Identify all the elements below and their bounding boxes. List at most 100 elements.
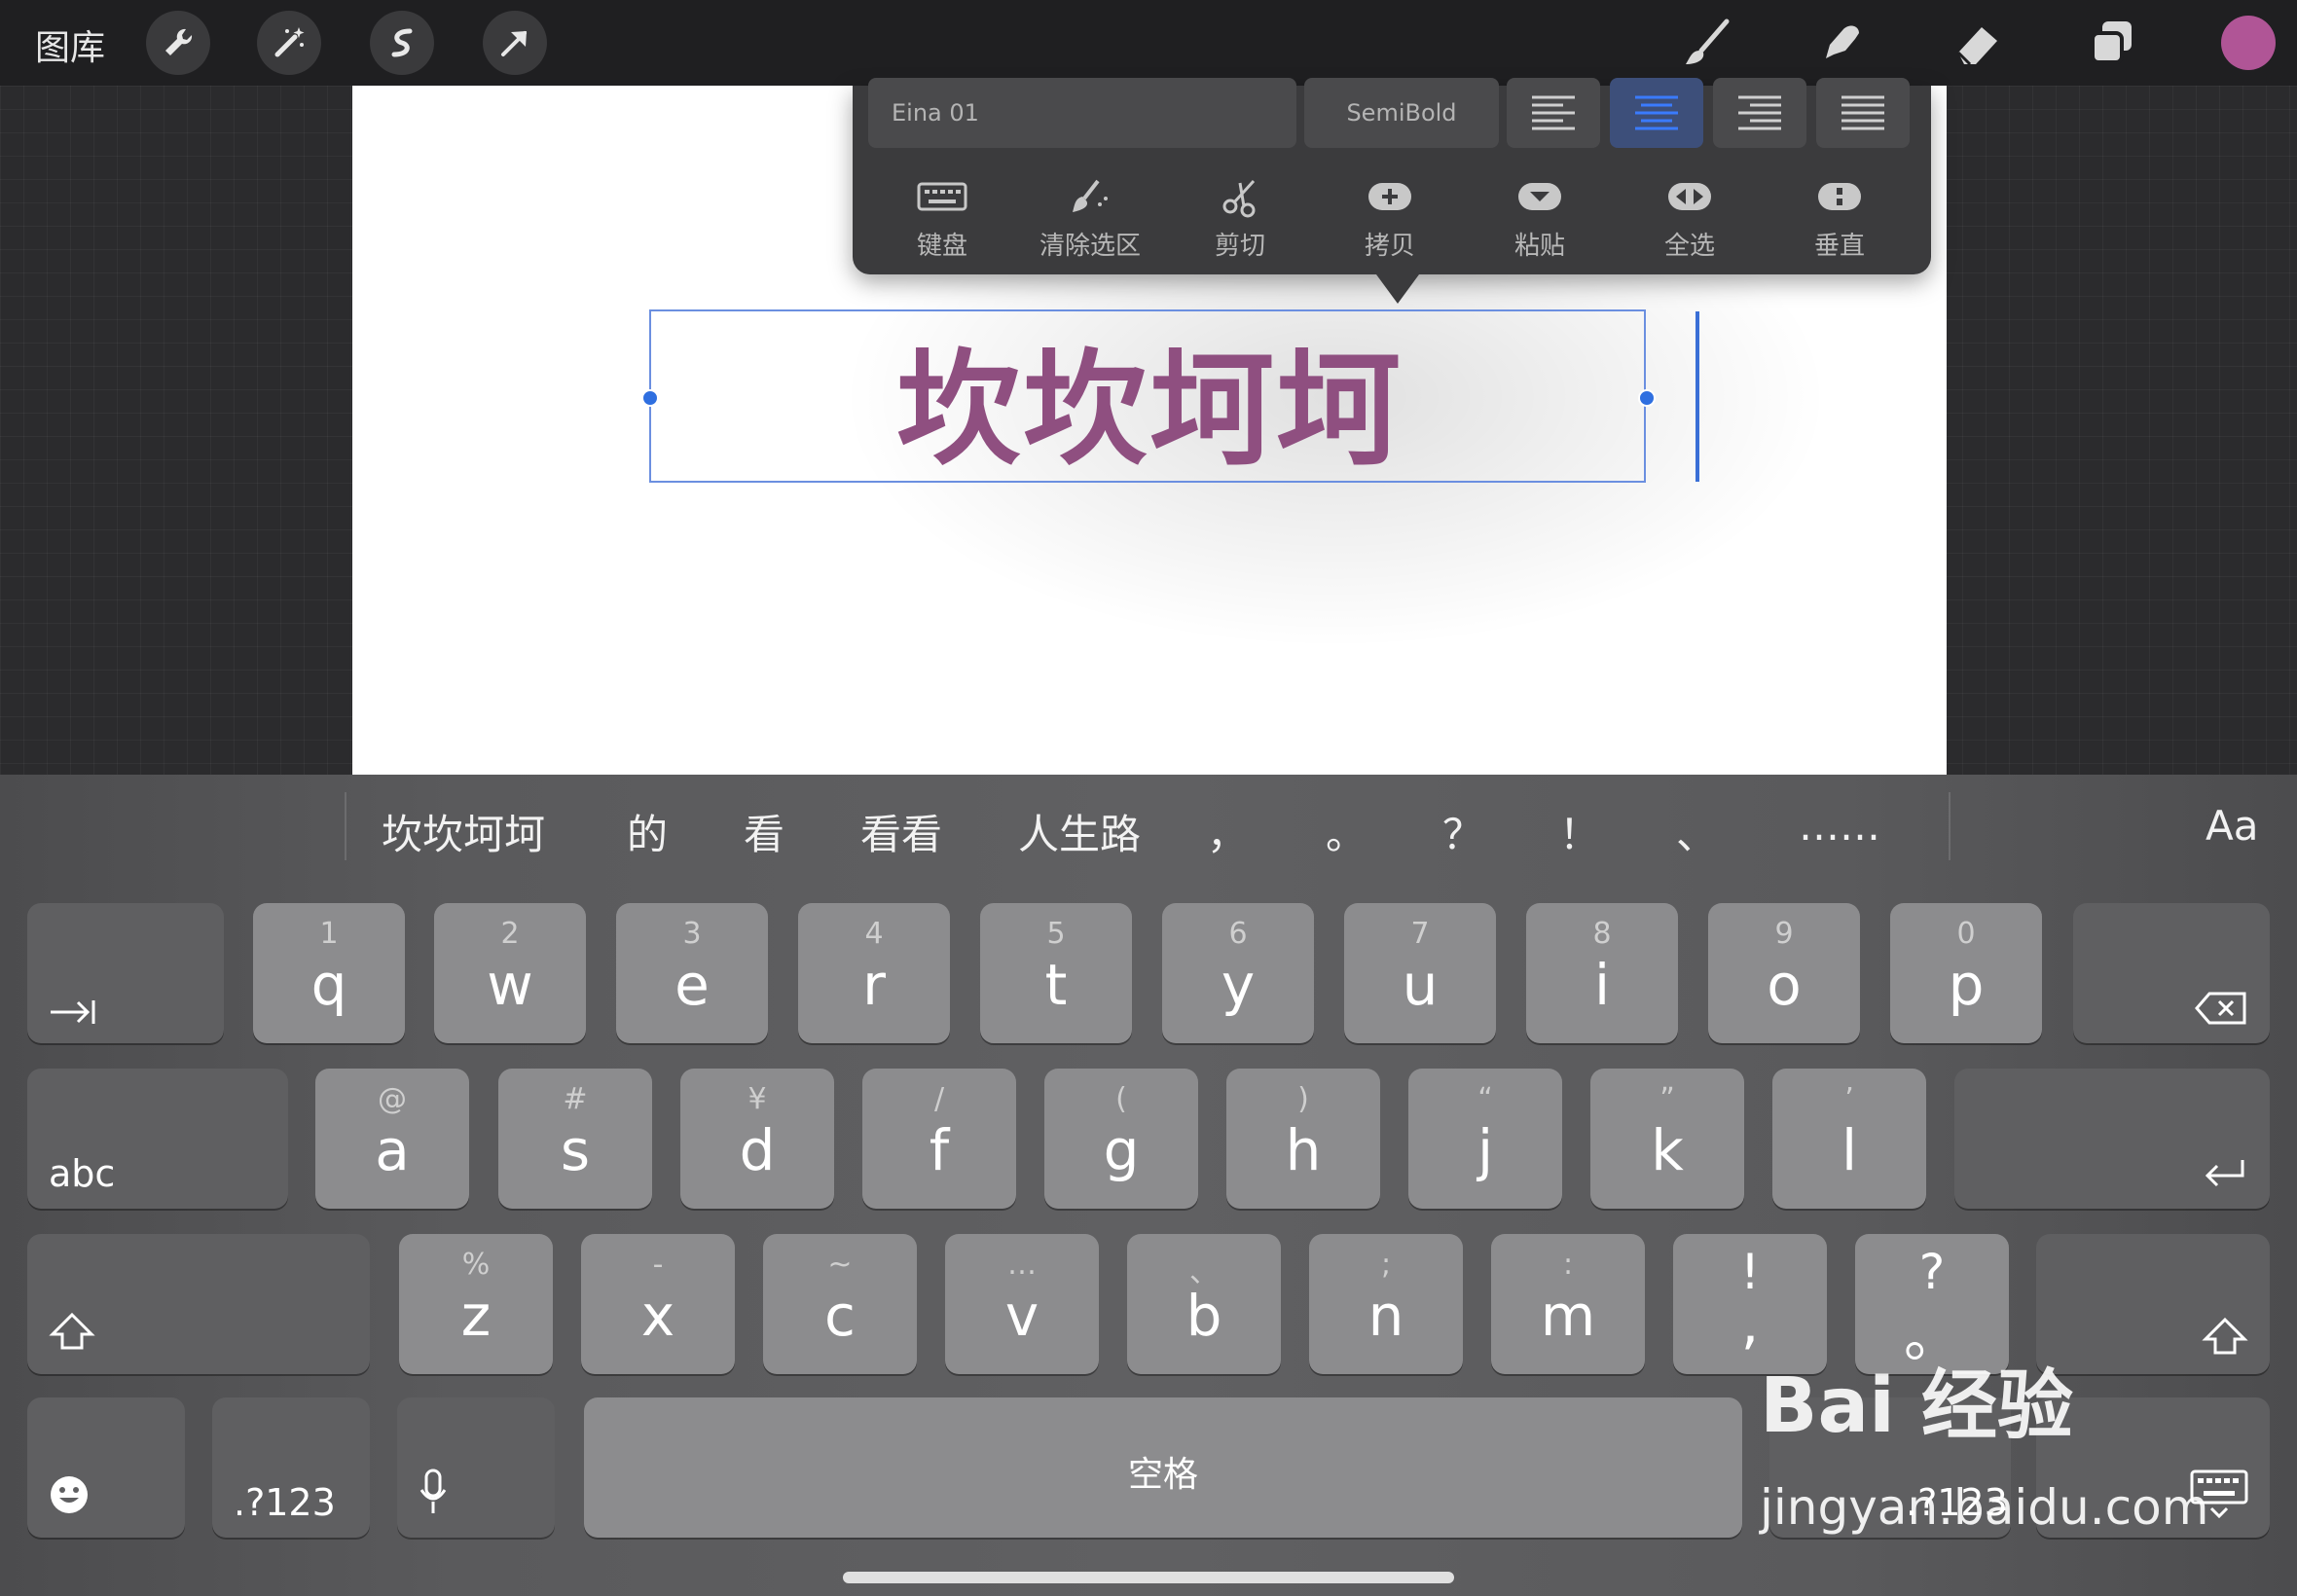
resize-handle-left[interactable] <box>641 389 659 407</box>
clear-selection-action[interactable]: 清除选区 <box>1022 171 1158 269</box>
suggestion-item[interactable]: ！ <box>1559 802 1600 861</box>
suggestion-divider-right <box>1949 792 1951 860</box>
key-z[interactable]: % z <box>399 1234 553 1374</box>
justify-icon <box>1841 95 1884 130</box>
tab-key[interactable] <box>27 903 224 1043</box>
baidu-watermark: Bai 经验 jingyan.baidu.com <box>1760 1345 2208 1540</box>
key-o[interactable]: 9o <box>1708 903 1860 1043</box>
key-t[interactable]: 5t <box>980 903 1132 1043</box>
key-s[interactable]: # s <box>498 1069 652 1209</box>
suggestion-item[interactable]: 坎坎坷坷 <box>382 802 545 861</box>
suggestion-item[interactable]: 看看 <box>860 802 942 861</box>
align-right-icon <box>1738 95 1781 130</box>
copy-action[interactable]: 拷贝 <box>1322 171 1458 269</box>
shift-key-left[interactable] <box>27 1234 370 1374</box>
vertical-action[interactable]: 垂直 <box>1771 171 1908 269</box>
key-b[interactable]: 、 b <box>1127 1234 1281 1374</box>
canvas-text[interactable]: 坎坎坷坷 <box>651 311 1648 485</box>
key-x[interactable]: -x <box>581 1234 735 1374</box>
keyboard-action[interactable]: 键盘 <box>874 171 1010 269</box>
key-h[interactable]: ) h <box>1226 1069 1380 1209</box>
cut-action[interactable]: 剪切 <box>1172 171 1308 269</box>
return-key[interactable] <box>1954 1069 2270 1209</box>
layers-icon[interactable] <box>2083 14 2141 72</box>
copy-icon <box>1368 183 1411 210</box>
dictation-key[interactable] <box>397 1397 555 1538</box>
key-l[interactable]: ’ l <box>1772 1069 1926 1209</box>
key-p[interactable]: 0p <box>1890 903 2042 1043</box>
emoji-icon <box>51 1476 88 1513</box>
color-swatch[interactable] <box>2221 16 2276 70</box>
key-a[interactable]: @ a <box>315 1069 469 1209</box>
paste-icon <box>1518 183 1561 210</box>
vertical-icon <box>1818 183 1861 210</box>
home-indicator[interactable] <box>843 1572 1454 1583</box>
key-v[interactable]: … v <box>945 1234 1099 1374</box>
suggestion-divider-left <box>345 792 346 860</box>
suggestion-item[interactable]: 、 <box>1676 802 1717 861</box>
selection-icon[interactable] <box>370 11 434 75</box>
key-k[interactable]: ” k <box>1590 1069 1744 1209</box>
align-right-button[interactable] <box>1713 78 1806 148</box>
scissors-icon <box>1222 179 1256 218</box>
key-j[interactable]: “j <box>1408 1069 1562 1209</box>
wrench-icon[interactable] <box>146 11 210 75</box>
eraser-icon[interactable] <box>1949 14 2007 72</box>
font-name-field[interactable]: Eina 01 <box>868 78 1296 148</box>
align-center-icon <box>1635 95 1678 130</box>
suggestion-item[interactable]: 的 <box>627 802 668 861</box>
key-d[interactable]: ¥ d <box>680 1069 834 1209</box>
key-f[interactable]: / f <box>862 1069 1016 1209</box>
key-c[interactable]: ~ c <box>763 1234 917 1374</box>
key-m[interactable]: :m <box>1491 1234 1645 1374</box>
emoji-key[interactable] <box>27 1397 185 1538</box>
suggestion-item[interactable]: …… <box>1799 802 1880 850</box>
text-selection-box[interactable]: 坎坎坷坷 <box>649 309 1699 485</box>
key-e[interactable]: 3e <box>616 903 768 1043</box>
key-i[interactable]: 8i <box>1526 903 1678 1043</box>
copy-label: 拷贝 <box>1364 232 1415 261</box>
space-key[interactable]: 空格 <box>584 1397 1742 1538</box>
justify-button[interactable] <box>1816 78 1910 148</box>
key-r[interactable]: 4r <box>798 903 950 1043</box>
suggestion-item[interactable]: 看 <box>744 802 784 861</box>
font-weight-field[interactable]: SemiBold <box>1304 78 1499 148</box>
numbers-key-left[interactable]: .?123 <box>212 1397 370 1538</box>
keyboard-action-label: 键盘 <box>916 232 967 261</box>
transform-arrow-icon[interactable] <box>483 11 547 75</box>
paste-label: 粘贴 <box>1513 232 1565 261</box>
cut-label: 剪切 <box>1214 232 1265 261</box>
resize-handle-right[interactable] <box>1638 389 1656 407</box>
vertical-label: 垂直 <box>1813 232 1865 261</box>
abc-key[interactable]: abc <box>27 1069 288 1209</box>
paste-action[interactable]: 粘贴 <box>1472 171 1608 269</box>
suggestion-item[interactable]: 人生路 <box>1018 802 1141 861</box>
brush-icon[interactable] <box>1678 14 1736 72</box>
align-center-button[interactable] <box>1610 78 1703 148</box>
clear-selection-label: 清除选区 <box>1039 232 1141 261</box>
smudge-icon[interactable] <box>1812 14 1871 72</box>
magic-wand-icon[interactable] <box>257 11 321 75</box>
align-left-button[interactable] <box>1507 78 1600 148</box>
select-all-icon <box>1668 183 1711 210</box>
key-q[interactable]: 1q <box>253 903 405 1043</box>
suggestion-item[interactable]: ？ <box>1442 802 1483 861</box>
case-toggle[interactable]: Aa <box>2206 802 2258 850</box>
text-edit-popover: Eina 01 SemiBold 键盘 清除选区 剪切 拷贝 粘贴 全选 垂直 <box>853 78 1931 274</box>
key-y[interactable]: 6y <box>1162 903 1314 1043</box>
key-w[interactable]: 2w <box>434 903 586 1043</box>
font-weight-label: SemiBold <box>1346 99 1457 127</box>
popover-arrow <box>1376 274 1419 304</box>
suggestion-item[interactable]: 。 <box>1326 802 1367 861</box>
gallery-button[interactable]: 图库 <box>35 19 105 70</box>
suggestion-item[interactable]: ， <box>1207 802 1248 861</box>
top-toolbar: 图库 <box>0 0 2297 86</box>
keyboard-icon <box>917 182 967 211</box>
select-all-action[interactable]: 全选 <box>1622 171 1758 269</box>
delete-key[interactable] <box>2073 903 2270 1043</box>
key-u[interactable]: 7u <box>1344 903 1496 1043</box>
key-g[interactable]: (g <box>1044 1069 1198 1209</box>
backspace-icon <box>2195 992 2246 1025</box>
watermark-url: jingyan.baidu.com <box>1760 1479 2209 1536</box>
key-n[interactable]: ; n <box>1309 1234 1463 1374</box>
